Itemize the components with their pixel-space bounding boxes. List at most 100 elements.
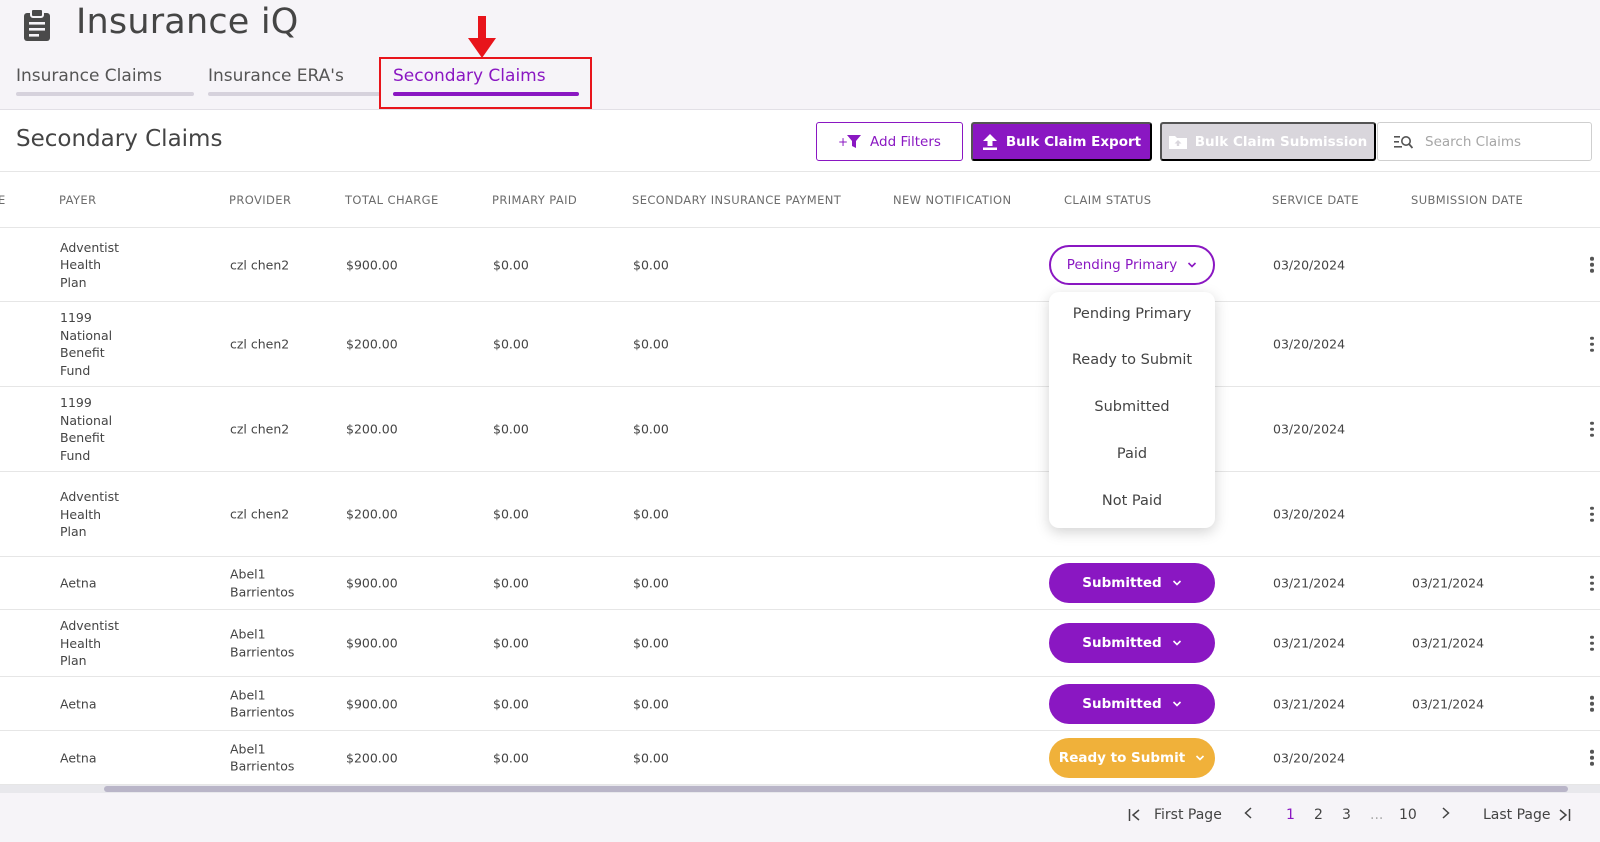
page-1[interactable]: 1 xyxy=(1286,807,1295,823)
app-header: Insurance iQ Insurance Claims Insurance … xyxy=(0,0,1600,110)
service-cell: 03/21/2024 xyxy=(1273,635,1346,651)
payer-cell: Aetna xyxy=(60,574,97,592)
previous-page-button[interactable] xyxy=(1244,807,1252,819)
last-page-icon xyxy=(1559,809,1570,821)
payer-line: 1199 xyxy=(60,395,92,410)
service-cell: 03/20/2024 xyxy=(1273,256,1346,272)
page-10[interactable]: 10 xyxy=(1399,807,1417,823)
status-option-not-paid[interactable]: Not Paid xyxy=(1049,493,1215,509)
provider-cell: czl chen2 xyxy=(230,335,289,353)
secondary-cell: $0.00 xyxy=(633,506,669,522)
upload-icon xyxy=(982,133,997,150)
add-filters-button[interactable]: + Add Filters xyxy=(816,122,963,161)
primary-cell: $0.00 xyxy=(493,256,529,272)
payer-line: Health xyxy=(60,635,102,651)
column-header-submission-date[interactable]: SUBMISSION DATE xyxy=(1411,193,1523,207)
column-header-total-charge[interactable]: TOTAL CHARGE xyxy=(345,193,439,207)
row-actions-kebab-icon[interactable] xyxy=(1590,254,1594,275)
payer-line: Benefit xyxy=(60,345,105,360)
column-header-new-notification[interactable]: NEW NOTIFICATION xyxy=(893,193,1011,207)
total-cell: $900.00 xyxy=(346,635,398,651)
annotation-arrow xyxy=(468,16,496,58)
payer-cell: 1199 National Benefit Fund xyxy=(60,309,112,379)
table-row[interactable]: Adventist Health Plan czl chen2 $200.00 $0.00… xyxy=(0,472,1600,557)
primary-cell: $0.00 xyxy=(493,421,529,437)
payer-line: Aetna xyxy=(60,695,97,711)
app-title: Insurance iQ xyxy=(76,2,299,42)
bulk-claim-submission-button[interactable]: Bulk Claim Submission xyxy=(1160,122,1376,161)
bulk-submission-label: Bulk Claim Submission xyxy=(1194,133,1368,150)
chevron-down-icon xyxy=(1172,640,1181,646)
row-actions-kebab-icon[interactable] xyxy=(1590,747,1594,768)
annotation-highlight-box xyxy=(379,57,592,109)
bulk-claim-export-button[interactable]: Bulk Claim Export xyxy=(971,122,1152,161)
payer-line: National xyxy=(60,412,113,428)
provider-cell: czl chen2 xyxy=(230,505,289,523)
first-page-button[interactable]: First Page xyxy=(1128,807,1222,823)
column-header-payer[interactable]: PAYER xyxy=(59,193,96,207)
total-cell: $200.00 xyxy=(346,749,398,765)
claim-status-dropdown[interactable]: Ready to Submit xyxy=(1049,737,1215,778)
pagination: First Page 1 2 3 ... 10 Last Page xyxy=(0,793,1600,842)
scrollbar-thumb[interactable] xyxy=(104,786,1568,792)
provider-line: Abel1 xyxy=(230,626,266,642)
payer-line: Fund xyxy=(60,362,91,378)
table-row[interactable]: Aetna Abel1 Barrientos $900.00 $0.00 $0.00 03/… xyxy=(0,557,1600,610)
tab-underline xyxy=(208,92,380,96)
page-toolbar: Secondary Claims + Add Filters Bulk Clai… xyxy=(0,110,1600,172)
column-header-provider[interactable]: PROVIDER xyxy=(229,193,291,207)
table-row[interactable]: Adventist Health Plan Abel1 Barrientos $900.0… xyxy=(0,610,1600,677)
search-box[interactable] xyxy=(1377,122,1592,161)
primary-cell: $0.00 xyxy=(493,635,529,651)
page-3[interactable]: 3 xyxy=(1342,807,1351,823)
tab-insurance-eras[interactable]: Insurance ERA's xyxy=(208,66,380,96)
submission-cell: 03/21/2024 xyxy=(1412,695,1485,711)
last-page-button[interactable]: Last Page xyxy=(1483,807,1571,823)
table-row[interactable]: 1199 National Benefit Fund czl chen2 $200.00 $… xyxy=(0,387,1600,472)
page-2[interactable]: 2 xyxy=(1314,807,1323,823)
provider-line: czl chen2 xyxy=(230,506,290,522)
column-header-secondary-payment[interactable]: SECONDARY INSURANCE PAYMENT xyxy=(632,193,841,207)
claim-status-dropdown[interactable]: Submitted xyxy=(1049,623,1215,663)
payer-line: Health xyxy=(60,506,102,522)
row-actions-kebab-icon[interactable] xyxy=(1590,419,1594,440)
chevron-right-icon xyxy=(1442,807,1450,819)
provider-line: Barrientos xyxy=(230,644,295,659)
column-header-claim-status[interactable]: CLAIM STATUS xyxy=(1064,193,1151,207)
table-row[interactable]: Adventist Health Plan czl chen2 $900.00 $0.00… xyxy=(0,228,1600,302)
tab-insurance-claims[interactable]: Insurance Claims xyxy=(16,66,194,96)
provider-cell: Abel1 Barrientos xyxy=(230,566,294,601)
horizontal-scrollbar[interactable] xyxy=(0,785,1600,793)
claim-status-label: Ready to Submit xyxy=(1058,749,1186,766)
claim-status-dropdown[interactable]: Pending Primary xyxy=(1049,244,1215,285)
row-actions-kebab-icon[interactable] xyxy=(1590,334,1594,355)
table-row[interactable]: 1199 National Benefit Fund czl chen2 $200.00 $… xyxy=(0,302,1600,387)
chevron-left-icon xyxy=(1244,807,1252,819)
claim-status-label: Submitted xyxy=(1082,695,1162,712)
status-option-pending-primary[interactable]: Pending Primary xyxy=(1049,306,1215,322)
column-header-service-date[interactable]: SERVICE DATE xyxy=(1272,193,1359,207)
row-actions-kebab-icon[interactable] xyxy=(1590,693,1594,714)
row-actions-kebab-icon[interactable] xyxy=(1590,504,1594,525)
payer-line: Aetna xyxy=(60,749,97,765)
search-input[interactable] xyxy=(1425,133,1575,150)
payer-line: Fund xyxy=(60,447,91,463)
provider-line: czl chen2 xyxy=(230,336,290,352)
status-option-paid[interactable]: Paid xyxy=(1049,446,1215,462)
claim-status-dropdown[interactable]: Submitted xyxy=(1049,563,1215,603)
status-option-submitted[interactable]: Submitted xyxy=(1049,399,1215,415)
tab-label: Insurance ERA's xyxy=(208,66,344,86)
status-option-ready-to-submit[interactable]: Ready to Submit xyxy=(1049,352,1215,368)
table-row[interactable]: Aetna Abel1 Barrientos $200.00 $0.00 $0.00 03/… xyxy=(0,731,1600,785)
payer-line: Adventist xyxy=(60,488,120,504)
provider-line: Abel1 xyxy=(230,741,266,756)
row-actions-kebab-icon[interactable] xyxy=(1590,573,1594,594)
tab-label: Insurance Claims xyxy=(16,66,162,86)
table-row[interactable]: Aetna Abel1 Barrientos $900.00 $0.00 $0.00 03/… xyxy=(0,677,1600,731)
provider-line: Barrientos xyxy=(230,584,295,599)
payer-line: Plan xyxy=(60,523,87,539)
claim-status-dropdown[interactable]: Submitted xyxy=(1049,683,1215,724)
row-actions-kebab-icon[interactable] xyxy=(1590,633,1594,654)
next-page-button[interactable] xyxy=(1442,807,1450,819)
column-header-primary-paid[interactable]: PRIMARY PAID xyxy=(492,193,577,207)
